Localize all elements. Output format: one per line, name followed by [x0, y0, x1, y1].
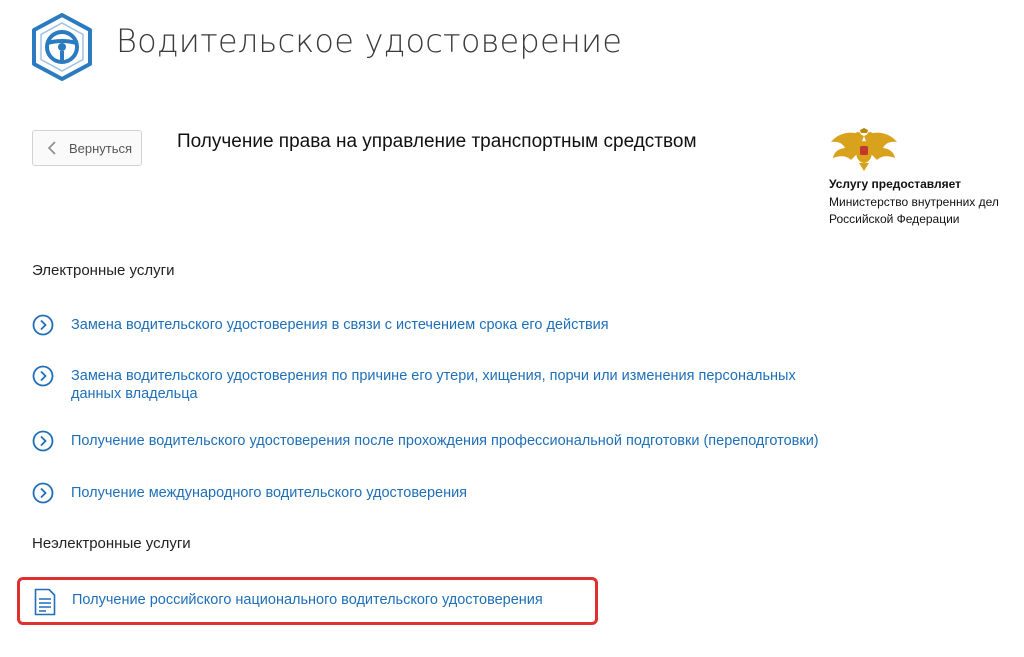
electronic-service-link[interactable]: Получение водительского удостоверения по…	[71, 432, 819, 450]
electronic-service-link[interactable]: Замена водительского удостоверения по пр…	[71, 367, 831, 403]
non-electronic-service-link[interactable]: Получение российского национального води…	[72, 591, 543, 609]
electronic-service-item[interactable]: Замена водительского удостоверения по пр…	[32, 365, 831, 403]
non-electronic-service-item[interactable]: Получение российского национального води…	[17, 577, 598, 625]
service-title: Получение права на управление транспортн…	[177, 131, 697, 152]
chevron-right-circle-icon	[32, 365, 54, 387]
electronic-service-link[interactable]: Замена водительского удостоверения в свя…	[71, 316, 609, 334]
electronic-service-item[interactable]: Получение международного водительского у…	[32, 482, 467, 504]
electronic-service-item[interactable]: Замена водительского удостоверения в свя…	[32, 314, 609, 336]
electronic-service-item[interactable]: Получение водительского удостоверения по…	[32, 430, 819, 452]
chevron-right-circle-icon	[32, 430, 54, 452]
chevron-right-circle-icon	[32, 482, 54, 504]
document-icon	[34, 588, 56, 616]
chevron-left-icon	[47, 141, 56, 155]
electronic-services-heading: Электронные услуги	[32, 262, 175, 279]
provider-name: Министерство внутренних дел Российской Ф…	[829, 195, 999, 226]
page: Водительское удостоверение Вернуться Пол…	[0, 0, 1024, 657]
provider-label: Услугу предоставляет	[829, 177, 962, 191]
electronic-service-link[interactable]: Получение международного водительского у…	[71, 484, 467, 502]
coat-of-arms-icon	[831, 128, 897, 171]
back-button[interactable]: Вернуться	[32, 130, 142, 166]
non-electronic-services-heading: Неэлектронные услуги	[32, 535, 191, 552]
back-button-label: Вернуться	[69, 140, 133, 156]
steering-wheel-icon	[32, 13, 92, 81]
chevron-right-circle-icon	[32, 314, 54, 336]
page-title: Водительское удостоверение	[116, 22, 623, 60]
